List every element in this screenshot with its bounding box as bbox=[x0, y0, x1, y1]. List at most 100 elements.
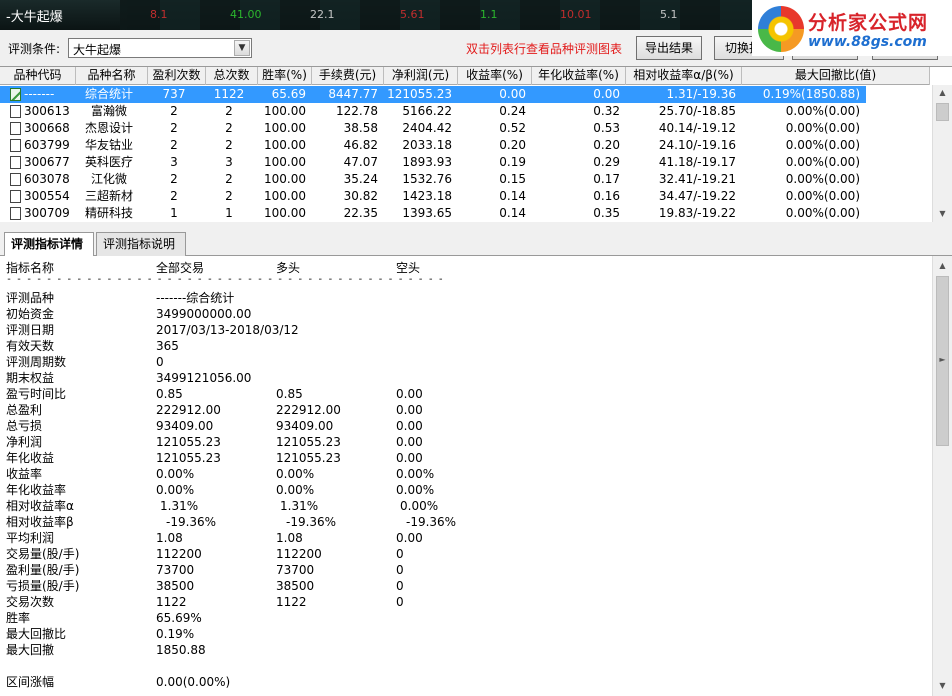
list-item: 最大回撤 1850.88 bbox=[0, 642, 930, 658]
list-item: 总盈利 222912.00 222912.00 0.00 bbox=[0, 402, 930, 418]
list-item: 年化收益 121055.23 121055.23 0.00 bbox=[0, 450, 930, 466]
detail-long-value: 1122 bbox=[276, 595, 307, 609]
tab-indicator-detail[interactable]: 评测指标详情 bbox=[4, 232, 94, 257]
header-col-name[interactable]: 品种名称 bbox=[76, 67, 148, 85]
scroll-down-icon[interactable]: ▼ bbox=[933, 206, 952, 222]
detail-col-name: 指标名称 bbox=[6, 261, 55, 275]
scroll-up-icon[interactable]: ▲ bbox=[933, 258, 952, 274]
header-col-code[interactable]: 品种代码 bbox=[0, 67, 76, 85]
scroll-up-icon[interactable]: ▲ bbox=[933, 85, 952, 101]
cell-col-drawdown: 0.00%(0.00) bbox=[785, 104, 860, 118]
table-row[interactable]: 300668 杰恩设计 2 2 100.00 38.58 2404.42 0.52 0.53 40… bbox=[0, 120, 866, 137]
condition-select[interactable]: 大牛起爆 ▼ bbox=[68, 38, 252, 58]
header-col-total[interactable]: 总次数 bbox=[206, 67, 258, 85]
cell-col-code: 300613 bbox=[24, 104, 70, 118]
header-col-annual[interactable]: 年化收益率(%) bbox=[532, 67, 626, 85]
cell-col-name: 三超新材 bbox=[84, 189, 133, 203]
ticker-value: 5.1 bbox=[660, 8, 678, 21]
detail-metric-name: 初始资金 bbox=[6, 307, 55, 321]
detail-short-value: 0.00 bbox=[396, 451, 423, 465]
hint-text: 双击列表行查看品种评测图表 bbox=[466, 42, 623, 56]
cell-col-wins: 2 bbox=[170, 189, 178, 203]
cell-col-alphabeta: 1.31/-19.36 bbox=[666, 87, 736, 101]
detail-metric-name: 胜率 bbox=[6, 611, 31, 625]
detail-long-value: 73700 bbox=[276, 563, 315, 577]
cell-col-annual: 0.17 bbox=[593, 172, 620, 186]
detail-scrollbar[interactable]: ▲ ► ▼ bbox=[932, 256, 952, 696]
header-col-return[interactable]: 收益率(%) bbox=[458, 67, 532, 85]
table-row[interactable]: 603799 华友钴业 2 2 100.00 46.82 2033.18 0.20 0.20 24… bbox=[0, 137, 866, 154]
window-title: -大牛起爆 bbox=[6, 10, 63, 25]
document-icon bbox=[10, 156, 21, 169]
scroll-thumb[interactable] bbox=[936, 103, 949, 121]
header-col-drawdown[interactable]: 最大回撤比(值) bbox=[742, 67, 930, 85]
cell-col-total: 2 bbox=[225, 138, 233, 152]
scroll-right-icon[interactable]: ► bbox=[933, 352, 952, 368]
detail-long-value: 38500 bbox=[276, 579, 315, 593]
cell-col-drawdown: 0.00%(0.00) bbox=[785, 121, 860, 135]
tab-bar: 评测指标详情 评测指标说明 bbox=[0, 228, 952, 257]
cell-col-wins: 2 bbox=[170, 138, 178, 152]
cell-col-wins: 2 bbox=[170, 104, 178, 118]
header-col-fee[interactable]: 手续费(元) bbox=[312, 67, 384, 85]
cell-col-winrate: 100.00 bbox=[264, 121, 306, 135]
cell-col-winrate: 100.00 bbox=[264, 138, 306, 152]
table-row[interactable]: 300677 英科医疗 3 3 100.00 47.07 1893.93 0.19 0.29 41… bbox=[0, 154, 866, 171]
detail-long-value: 0.00% bbox=[276, 483, 315, 497]
condition-value: 大牛起爆 bbox=[73, 43, 122, 57]
detail-metric-name: 相对收益率α bbox=[6, 499, 74, 513]
document-icon bbox=[10, 190, 21, 203]
cell-col-winrate: 100.00 bbox=[264, 104, 306, 118]
detail-metric-name: 总盈利 bbox=[6, 403, 43, 417]
table-row[interactable]: ------- 综合统计 737 1122 65.69 8447.77 121055.23 0… bbox=[0, 86, 866, 103]
condition-label: 评测条件: bbox=[8, 42, 61, 56]
detail-header: 指标名称 全部交易 多头 空头 bbox=[0, 256, 930, 278]
cell-col-profit: 121055.23 bbox=[387, 87, 452, 101]
table-row[interactable]: 603078 江化微 2 2 100.00 35.24 1532.76 0.15 0.17 32.… bbox=[0, 171, 866, 188]
table-row[interactable]: 300709 精研科技 1 1 100.00 22.35 1393.65 0.14 0.35 19… bbox=[0, 205, 866, 222]
detail-long-value: 222912.00 bbox=[276, 403, 341, 417]
detail-short-value: 0.00 bbox=[396, 419, 423, 433]
header-col-alphabeta[interactable]: 相对收益率α/β(%) bbox=[626, 67, 742, 85]
detail-short-value: 0.00% bbox=[396, 467, 435, 481]
export-button[interactable]: 导出结果 bbox=[636, 36, 702, 60]
cell-col-total: 1 bbox=[225, 206, 233, 220]
cell-col-total: 2 bbox=[225, 121, 233, 135]
detail-all-value: 0.00% bbox=[156, 467, 195, 481]
table-row[interactable]: 300554 三超新材 2 2 100.00 30.82 1423.18 0.14 0.16 34… bbox=[0, 188, 866, 205]
chevron-down-icon[interactable]: ▼ bbox=[234, 40, 250, 56]
cell-col-profit: 1423.18 bbox=[402, 189, 452, 203]
cell-col-fee: 8447.77 bbox=[328, 87, 378, 101]
list-item: 相对收益率α 1.31% 1.31% 0.00% bbox=[0, 498, 930, 514]
grid-scrollbar[interactable]: ▲ ▼ bbox=[932, 85, 952, 222]
scroll-down-icon[interactable]: ▼ bbox=[933, 678, 952, 694]
cell-col-annual: 0.32 bbox=[593, 104, 620, 118]
cell-col-winrate: 100.00 bbox=[264, 206, 306, 220]
list-item: 平均利润 1.08 1.08 0.00 bbox=[0, 530, 930, 546]
cell-col-annual: 0.20 bbox=[593, 138, 620, 152]
list-item: 收益率 0.00% 0.00% 0.00% bbox=[0, 466, 930, 482]
detail-metric-name: 盈利量(股/手) bbox=[6, 563, 80, 577]
cell-col-return: 0.00 bbox=[499, 87, 526, 101]
cell-col-alphabeta: 25.70/-18.85 bbox=[658, 104, 736, 118]
cell-col-profit: 1532.76 bbox=[402, 172, 452, 186]
cell-col-total: 2 bbox=[225, 104, 233, 118]
detail-long-value: 112200 bbox=[276, 547, 322, 561]
ticker-value: 1.1 bbox=[480, 8, 498, 21]
cell-col-wins: 737 bbox=[162, 87, 186, 101]
detail-metric-name: 年化收益 bbox=[6, 451, 55, 465]
grid-header: 品种代码 品种名称 盈利次数 总次数 胜率(%) 手续费(元) 净利润(元) 收益率(%) 年化… bbox=[0, 67, 930, 85]
tab-indicator-help[interactable]: 评测指标说明 bbox=[96, 232, 186, 256]
brand-name: 分析家公式网 bbox=[808, 12, 929, 34]
detail-short-value: 0 bbox=[396, 547, 404, 561]
header-col-wins[interactable]: 盈利次数 bbox=[148, 67, 206, 85]
detail-long-value: -19.36% bbox=[286, 515, 337, 529]
brand-url: www.88gs.com bbox=[808, 34, 927, 50]
flower-logo-icon bbox=[758, 6, 804, 52]
cell-col-winrate: 100.00 bbox=[264, 172, 306, 186]
table-row[interactable]: 300613 富瀚微 2 2 100.00 122.78 5166.22 0.24 0.32 25… bbox=[0, 103, 866, 120]
detail-all-value: -19.36% bbox=[166, 515, 217, 529]
header-col-winrate[interactable]: 胜率(%) bbox=[258, 67, 312, 85]
detail-short-value: 0 bbox=[396, 579, 404, 593]
header-col-profit[interactable]: 净利润(元) bbox=[384, 67, 458, 85]
